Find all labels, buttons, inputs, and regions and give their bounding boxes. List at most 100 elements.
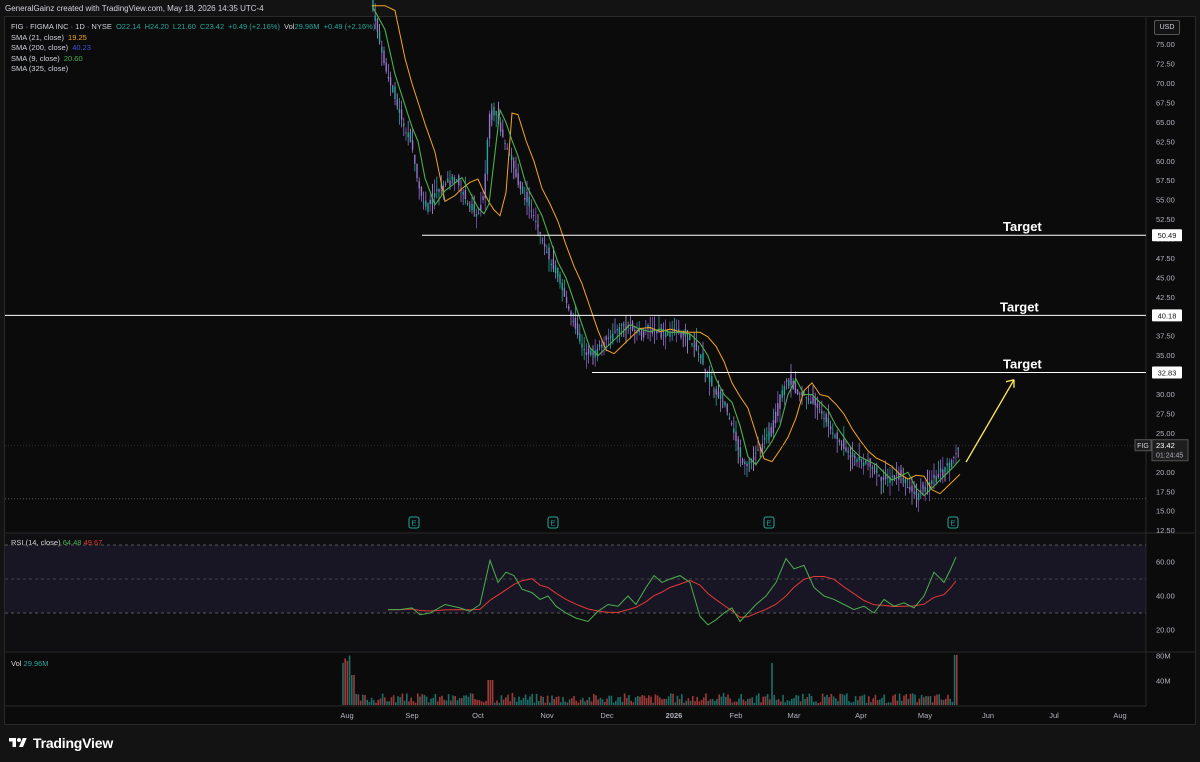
candle-body [482,196,484,200]
candle-body [526,192,528,203]
volume-bar [749,698,751,705]
candle-body [499,122,502,132]
candle-body [944,467,946,472]
volume-bar [700,699,703,705]
indicator-sma200[interactable]: SMA (200, close) 40.23 [11,43,377,54]
candle-body [559,274,561,284]
earnings-marker-label: E [950,519,955,528]
candle-body [548,247,550,260]
volume-bar [606,698,608,705]
indicator-sma9[interactable]: SMA (9, close) 20.60 [11,54,377,65]
volume-bar [722,693,725,705]
candle-body [414,154,416,164]
volume-bar [540,695,542,705]
volume-bar [423,694,426,705]
candle-body [816,403,819,408]
volume-bar [436,701,439,705]
level-price-label: 50.49 [1158,231,1177,240]
legend-vol-change: +0.49 (+2.16%) [323,22,376,31]
candle-body [620,324,623,326]
candles-group [372,0,959,513]
volume-bar [494,702,496,705]
candle-body [827,418,830,427]
candle-body [565,296,568,303]
volume-bar [894,694,896,705]
candle-body [924,486,926,492]
candle-body [686,338,689,340]
volume-bar [727,694,729,705]
tradingview-logo[interactable]: TradingView [8,735,113,751]
candle-body [724,401,726,406]
candle-body [552,258,555,269]
candle-body [411,140,414,150]
candle-body [493,106,495,116]
volume-legend[interactable]: Vol 29.96M [11,659,49,668]
candle-body [774,411,777,424]
candle-body [519,181,522,190]
volume-bar [839,693,841,705]
candle-body [473,204,475,212]
volume-bar [694,701,696,705]
volume-bar [491,680,494,705]
candle-body [695,341,698,351]
candle-body [383,50,385,64]
chart-canvas[interactable]: 75.00 72.50 70.00 67.50 65.00 62.50 60.00 57.50… [0,0,1200,726]
candle-body [728,417,731,419]
currency-button[interactable]: USD [1154,20,1180,35]
volume-bar [410,697,412,705]
volume-bar [555,696,558,705]
candle-body [405,132,407,134]
price-tick-label: 57.50 [1156,176,1175,185]
time-tick-label: 2026 [666,711,683,720]
candle-body [807,398,810,400]
price-tick-label: 75.00 [1156,40,1175,49]
candle-body [953,457,955,459]
candle-body [537,224,539,228]
volume-bar [705,693,707,705]
candle-body [829,426,832,430]
volume-bar [487,680,489,705]
volume-bar [890,702,892,705]
candle-body [438,189,440,192]
volume-bar [940,699,943,705]
candle-body [601,344,603,348]
volume-bar [709,699,712,705]
time-tick-label: Aug [340,711,353,720]
volume-bar [568,699,571,705]
volume-bar [753,702,756,705]
volume-bar [861,695,863,705]
volume-bar [819,702,822,705]
price-tick-label: 67.50 [1156,98,1175,107]
volume-bar [793,697,795,705]
candle-body [957,447,959,450]
volume-bar [524,694,527,705]
volume-bar [799,701,802,705]
candle-body [561,282,563,291]
symbol-title[interactable]: FIG · FIGMA INC · 1D · NYSE [11,22,112,31]
candle-body [904,478,907,483]
volume-bar [909,693,912,705]
volume-bar [683,702,685,705]
candle-body [755,452,757,454]
volume-bar [395,702,397,705]
indicator-sma325[interactable]: SMA (325, close) [11,64,377,75]
volume-bar [874,694,877,705]
indicator-sma21[interactable]: SMA (21, close) 19.25 [11,33,377,44]
tradingview-logo-icon [9,738,27,747]
indicator-label: SMA (200, close) [11,43,69,52]
volume-bar [771,663,773,705]
candle-body [900,469,902,475]
volume-bar [425,696,428,705]
sma9-line [371,5,961,497]
volume-bar [876,700,879,705]
volume-bar [590,701,593,705]
earnings-marker-label: E [550,519,555,528]
volume-bar [938,694,940,705]
rsi-legend[interactable]: RSI (14, close) 64.48 49.67 [11,538,102,547]
price-tick-label: 45.00 [1156,273,1175,282]
candle-body [583,349,585,351]
time-tick-label: May [918,711,932,720]
volume-bar [887,702,890,705]
candle-body [425,200,427,207]
candle-body [451,176,453,179]
